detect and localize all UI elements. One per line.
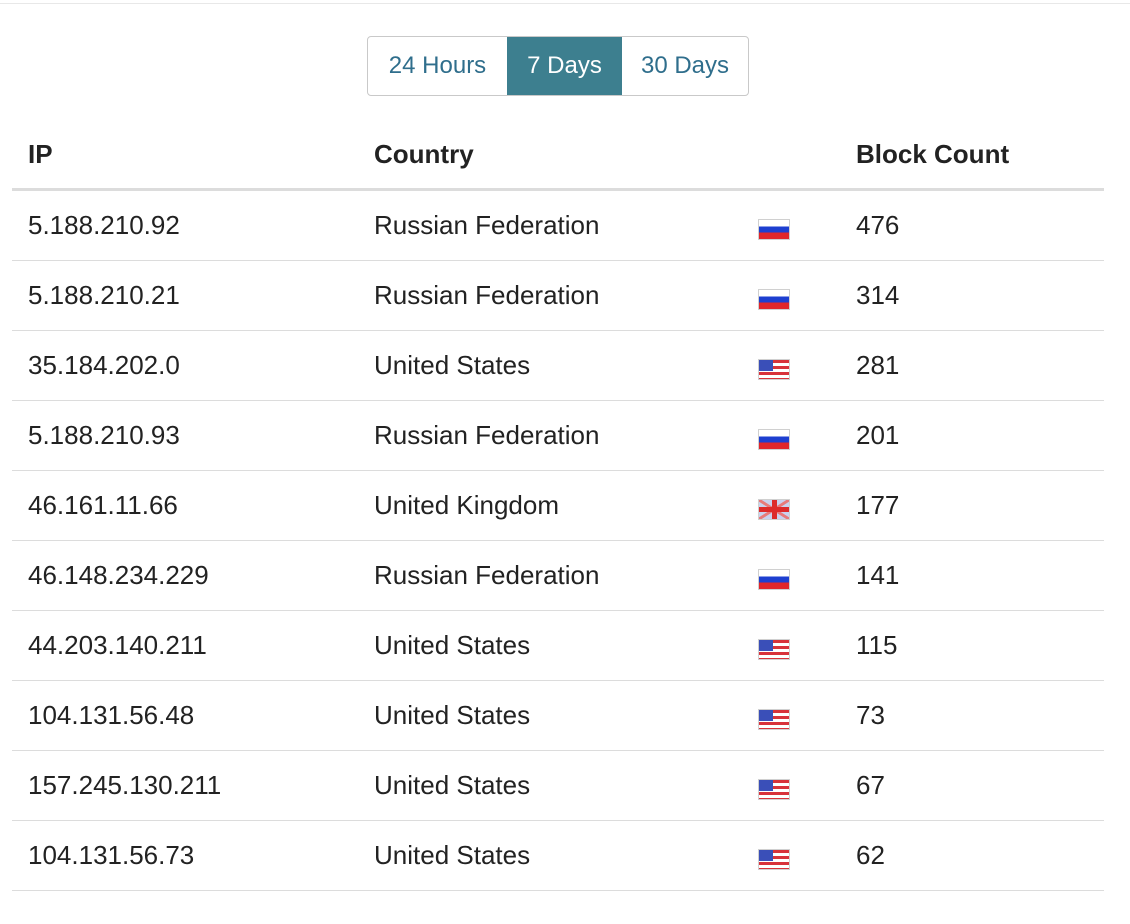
block-count-cell: 476 <box>856 189 1104 261</box>
table-header-row: IP Country Block Count <box>12 120 1104 191</box>
ip-cell: 35.184.202.0 <box>12 330 374 401</box>
ip-cell: 5.188.210.92 <box>12 189 374 261</box>
country-cell: Russian Federation <box>374 260 758 331</box>
ip-cell: 46.148.234.229 <box>12 540 374 611</box>
top-divider <box>0 0 1130 4</box>
ip-cell: 104.131.56.73 <box>12 820 374 891</box>
block-count-cell: 177 <box>856 470 1104 541</box>
country-cell: Russian Federation <box>374 540 758 611</box>
us-flag-icon <box>758 708 790 730</box>
block-count-cell: 141 <box>856 540 1104 611</box>
flag-cell <box>758 750 856 821</box>
ru-flag-icon <box>758 428 790 450</box>
flag-cell <box>758 470 856 541</box>
block-count-cell: 62 <box>856 820 1104 891</box>
flag-cell <box>758 610 856 681</box>
table-row: 104.131.56.48 United States 73 <box>12 680 1104 751</box>
block-count-cell: 281 <box>856 330 1104 401</box>
block-count-cell: 67 <box>856 750 1104 821</box>
range-7-days-button[interactable]: 7 Days <box>507 37 622 95</box>
range-30-days-button[interactable]: 30 Days <box>622 37 748 95</box>
ip-cell: 44.203.140.211 <box>12 610 374 681</box>
ip-cell: 46.161.11.66 <box>12 470 374 541</box>
country-cell: United States <box>374 330 758 401</box>
block-count-cell: 115 <box>856 610 1104 681</box>
block-count-column-header: Block Count <box>856 120 1104 191</box>
ru-flag-icon <box>758 288 790 310</box>
flag-cell <box>758 260 856 331</box>
table-row: 5.188.210.21 Russian Federation 314 <box>12 260 1104 331</box>
us-flag-icon <box>758 358 790 380</box>
blocked-ips-table: IP Country Block Count 5.188.210.92 Russ… <box>12 120 1104 891</box>
country-column-header: Country <box>374 120 758 191</box>
flag-cell <box>758 540 856 611</box>
ip-cell: 5.188.210.93 <box>12 400 374 471</box>
us-flag-icon <box>758 778 790 800</box>
block-count-cell: 201 <box>856 400 1104 471</box>
ip-cell: 157.245.130.211 <box>12 750 374 821</box>
country-cell: United States <box>374 610 758 681</box>
country-cell: Russian Federation <box>374 189 758 261</box>
table-row: 35.184.202.0 United States 281 <box>12 330 1104 401</box>
us-flag-icon <box>758 848 790 870</box>
ip-cell: 5.188.210.21 <box>12 260 374 331</box>
flag-column-header <box>758 120 856 191</box>
table-row: 5.188.210.93 Russian Federation 201 <box>12 400 1104 471</box>
us-flag-icon <box>758 638 790 660</box>
block-count-cell: 314 <box>856 260 1104 331</box>
table-row: 46.161.11.66 United Kingdom 177 <box>12 470 1104 541</box>
ru-flag-icon <box>758 568 790 590</box>
range-24-hours-button[interactable]: 24 Hours <box>368 37 507 95</box>
table-row: 46.148.234.229 Russian Federation 141 <box>12 540 1104 611</box>
table-row: 157.245.130.211 United States 67 <box>12 750 1104 821</box>
country-cell: United States <box>374 680 758 751</box>
block-count-cell: 73 <box>856 680 1104 751</box>
country-cell: United States <box>374 820 758 891</box>
country-cell: Russian Federation <box>374 400 758 471</box>
flag-cell <box>758 680 856 751</box>
table-row: 44.203.140.211 United States 115 <box>12 610 1104 681</box>
flag-cell <box>758 820 856 891</box>
table-row: 104.131.56.73 United States 62 <box>12 820 1104 891</box>
time-range-selector: 24 Hours 7 Days 30 Days <box>367 36 749 96</box>
flag-cell <box>758 330 856 401</box>
country-cell: United Kingdom <box>374 470 758 541</box>
ip-column-header: IP <box>12 120 374 191</box>
ru-flag-icon <box>758 218 790 240</box>
table-row: 5.188.210.92 Russian Federation 476 <box>12 189 1104 261</box>
country-cell: United States <box>374 750 758 821</box>
flag-cell <box>758 400 856 471</box>
gb-flag-icon <box>758 498 790 520</box>
flag-cell <box>758 189 856 261</box>
ip-cell: 104.131.56.48 <box>12 680 374 751</box>
